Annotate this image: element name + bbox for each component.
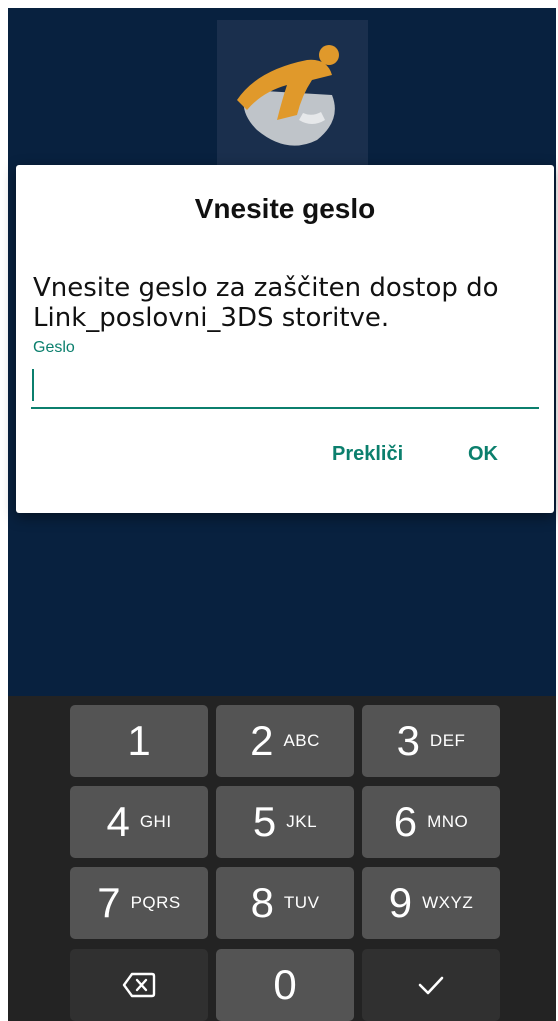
numeric-keyboard: 1 2 ABC 3 DEF 4 GHI 5 JKL 6 MNO 7 PQRS 8… (8, 696, 556, 1021)
password-field-label: Geslo (33, 339, 75, 356)
key-digit: 2 (250, 717, 274, 764)
key-digit: 7 (97, 879, 121, 926)
key-letters: ABC (283, 731, 320, 750)
key-letters: DEF (429, 731, 466, 750)
cancel-button[interactable]: Prekliči (332, 443, 403, 466)
key-4[interactable]: 4 GHI (70, 786, 208, 858)
backspace-icon (122, 972, 156, 998)
bank-logo-icon (237, 45, 339, 146)
key-digit: 8 (250, 879, 274, 926)
key-letters: JKL (286, 812, 318, 831)
key-digit: 4 (106, 798, 130, 845)
app-logo (217, 20, 368, 172)
key-letters: PQRS (130, 893, 181, 912)
key-letters: GHI (139, 812, 172, 831)
password-input[interactable] (31, 363, 539, 407)
key-7[interactable]: 7 PQRS (70, 867, 208, 939)
key-9[interactable]: 9 WXYZ (362, 867, 500, 939)
key-3[interactable]: 3 DEF (362, 705, 500, 777)
key-letters: WXYZ (422, 893, 474, 912)
dialog-message: Vnesite geslo za zaščiten dostop do Link… (33, 273, 499, 333)
key-8[interactable]: 8 TUV (216, 867, 354, 939)
key-letters: MNO (427, 812, 469, 831)
password-field[interactable] (31, 363, 539, 409)
ok-button[interactable]: OK (468, 443, 498, 466)
key-0[interactable]: 0 (216, 949, 354, 1021)
key-digit: 6 (393, 798, 418, 845)
key-letters: TUV (283, 893, 320, 912)
key-2[interactable]: 2 ABC (216, 705, 354, 777)
key-digit: 5 (252, 798, 277, 845)
key-1[interactable]: 1 (70, 705, 208, 777)
backspace-key[interactable] (70, 949, 208, 1021)
key-digit: 9 (388, 879, 413, 926)
key-digit: 0 (273, 961, 297, 1008)
dialog-title: Vnesite geslo (194, 193, 376, 224)
key-6[interactable]: 6 MNO (362, 786, 500, 858)
done-key[interactable] (362, 949, 500, 1021)
key-digit: 1 (127, 717, 151, 764)
checkmark-icon (418, 976, 444, 995)
key-5[interactable]: 5 JKL (216, 786, 354, 858)
password-dialog: Vnesite geslo Vnesite geslo za zaščiten … (16, 165, 554, 513)
text-caret (32, 369, 34, 401)
key-digit: 3 (396, 717, 420, 764)
